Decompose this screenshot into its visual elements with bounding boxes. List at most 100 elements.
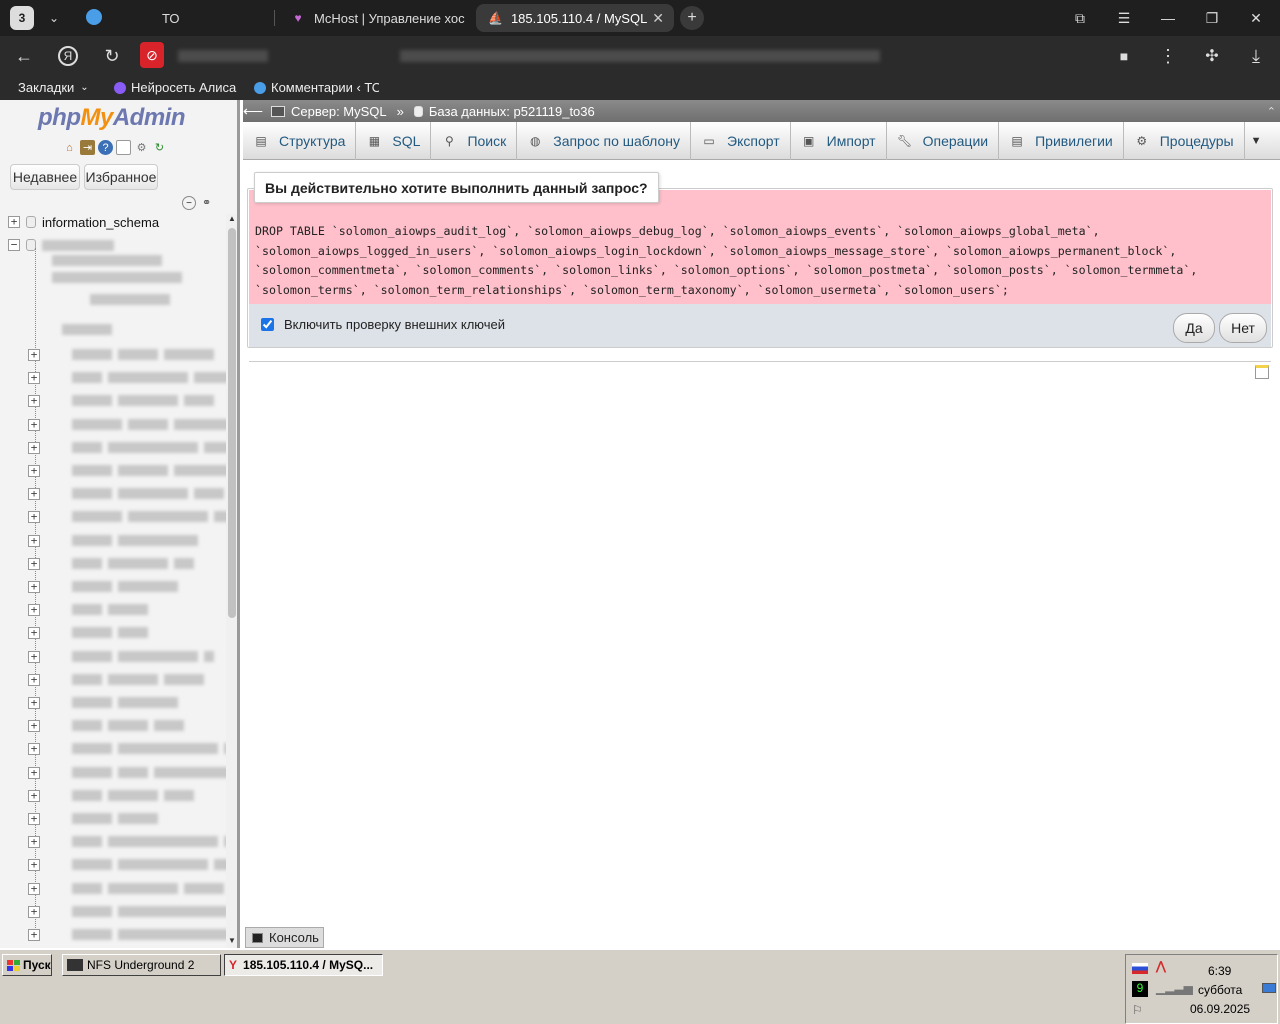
tree-table-row[interactable]: + <box>28 855 40 875</box>
expand-icon[interactable]: + <box>8 216 20 228</box>
docs-icon[interactable] <box>116 140 131 155</box>
expand-icon[interactable]: + <box>28 418 40 431</box>
expand-icon[interactable]: + <box>28 650 40 663</box>
tree-item-current-db[interactable]: − <box>8 235 114 255</box>
close-window-icon[interactable]: ✕ <box>1234 0 1278 36</box>
tray-counter[interactable]: 9 <box>1132 981 1148 997</box>
console-toggle[interactable]: Консоль <box>245 927 324 948</box>
tab-export[interactable]: ▭ Экспорт <box>691 122 791 160</box>
extensions-icon[interactable]: ✣ <box>1196 40 1228 72</box>
expand-icon[interactable]: + <box>28 441 40 454</box>
bookmark-icon[interactable]: ■ <box>1108 40 1140 72</box>
expand-icon[interactable]: + <box>28 720 40 733</box>
yandex-icon[interactable]: Я <box>52 40 84 72</box>
notes-icon[interactable] <box>1255 365 1269 379</box>
bookmark-comments[interactable]: Комментарии ‹ ТО <box>254 80 379 95</box>
tab-routines[interactable]: ⚙ Процедуры <box>1124 122 1245 160</box>
tab-structure[interactable]: ▤ Структура <box>243 122 357 160</box>
tab-favorites[interactable]: Избранное <box>84 164 158 190</box>
taskbar-item-browser[interactable]: Y 185.105.110.4 / MySQ... <box>224 954 383 976</box>
expand-icon[interactable]: + <box>28 465 40 477</box>
flag-icon[interactable]: ⚐ <box>1132 1003 1143 1017</box>
breadcrumb-database[interactable]: База данных: p521119_to36 <box>429 104 595 119</box>
download-icon[interactable]: ⤓ <box>1240 40 1272 72</box>
tree-table-row[interactable]: + <box>28 415 40 435</box>
tree-table-row[interactable]: + <box>28 438 40 458</box>
minimize-icon[interactable]: — <box>1146 0 1190 36</box>
tree-table-row[interactable]: + <box>28 786 40 806</box>
collections-icon[interactable]: ⧉ <box>1058 0 1102 36</box>
new-tab-icon[interactable]: + <box>680 6 704 30</box>
scroll-up-icon[interactable]: ▲ <box>228 214 236 223</box>
insecure-lock-icon[interactable]: ⊘ <box>140 42 164 68</box>
settings-icon[interactable]: ⚙ <box>134 140 149 155</box>
start-button[interactable]: Пуск <box>2 954 52 976</box>
scrollbar-thumb[interactable] <box>228 228 236 618</box>
tab-search[interactable]: ⚲ Поиск <box>431 122 518 160</box>
expand-icon[interactable]: + <box>28 789 40 802</box>
taskbar-item-nfs[interactable]: NFS Underground 2 <box>62 954 221 976</box>
antivirus-icon[interactable]: ⋀ <box>1156 959 1166 973</box>
more-menu-icon[interactable]: ▼ <box>1245 122 1268 160</box>
browser-shield-icon[interactable] <box>86 9 102 25</box>
expand-icon[interactable]: + <box>28 488 40 501</box>
expand-icon[interactable]: + <box>28 836 40 849</box>
expand-icon[interactable]: + <box>28 534 40 547</box>
expand-icon[interactable]: + <box>28 766 40 779</box>
tree-table-row[interactable]: + <box>28 693 40 713</box>
tab-query[interactable]: ◍ Запрос по шаблону <box>517 122 692 160</box>
expand-icon[interactable]: + <box>28 511 40 524</box>
expand-icon[interactable]: + <box>28 882 40 895</box>
collapse-nav-icon[interactable]: ⟵ <box>243 103 263 120</box>
restore-icon[interactable]: ❐ <box>1190 0 1234 36</box>
tree-table-row[interactable]: + <box>28 832 40 852</box>
tree-table-row[interactable]: + <box>28 623 40 643</box>
link-icon[interactable]: ⚭ <box>202 196 211 209</box>
tree-table-row[interactable]: + <box>28 531 40 551</box>
bookmarks-menu[interactable]: Закладки ⌄ <box>18 80 89 95</box>
reload-icon[interactable]: ↻ <box>96 40 128 72</box>
tab-counter[interactable]: 3 <box>10 6 34 30</box>
tree-table-row[interactable]: + <box>28 484 40 504</box>
tab-operations[interactable]: 🔧︎ Операции <box>887 122 1000 160</box>
pma-logo[interactable]: phpMyAdmin <box>38 104 186 132</box>
tab-import[interactable]: ▣ Импорт <box>791 122 887 160</box>
tree-table-row[interactable]: + <box>28 809 40 829</box>
tree-table-row[interactable]: + <box>28 716 40 736</box>
desktop-icon[interactable] <box>1262 983 1276 993</box>
tree-table-row[interactable]: + <box>28 763 40 783</box>
expand-icon[interactable]: + <box>28 604 40 617</box>
no-button[interactable]: Нет <box>1219 313 1267 343</box>
exit-icon[interactable]: ⇥ <box>80 140 95 155</box>
yes-button[interactable]: Да <box>1173 313 1215 343</box>
tab-mchost[interactable]: ♥ McHost | Управление хос <box>278 4 468 32</box>
home-icon[interactable]: ⌂ <box>62 140 77 155</box>
tree-table-row[interactable]: + <box>28 345 40 365</box>
back-icon[interactable]: ← <box>8 40 40 72</box>
expand-icon[interactable]: + <box>28 557 40 570</box>
tree-table-row[interactable]: + <box>28 600 40 620</box>
tree-table-row[interactable]: + <box>28 368 40 388</box>
url-field[interactable] <box>170 42 1140 70</box>
collapse-all-icon[interactable]: − <box>182 196 196 210</box>
tabs-menu-chevron-icon[interactable]: ⌄ <box>44 8 64 28</box>
tab-sql[interactable]: ▦ SQL <box>356 122 432 160</box>
expand-icon[interactable]: + <box>28 743 40 756</box>
expand-icon[interactable]: + <box>28 697 40 709</box>
tab-to[interactable]: ТО <box>150 4 270 32</box>
expand-icon[interactable]: + <box>28 395 40 408</box>
tree-table-row[interactable]: + <box>28 879 40 899</box>
tree-table-row[interactable]: + <box>28 507 40 527</box>
tree-table-row[interactable]: + <box>28 925 40 945</box>
expand-icon[interactable]: + <box>28 859 40 872</box>
tree-table-row[interactable]: + <box>28 577 40 597</box>
tree-table-row[interactable]: + <box>28 391 40 411</box>
help-icon[interactable]: ? <box>98 140 113 155</box>
expand-icon[interactable]: + <box>28 627 40 640</box>
collapse-icon[interactable]: − <box>8 239 20 251</box>
expand-icon[interactable]: + <box>28 929 40 941</box>
tree-table-row[interactable]: + <box>28 670 40 690</box>
tree-item-information-schema[interactable]: + information_schema <box>8 212 159 232</box>
expand-icon[interactable]: + <box>28 905 40 918</box>
tree-table-row[interactable]: + <box>28 647 40 667</box>
